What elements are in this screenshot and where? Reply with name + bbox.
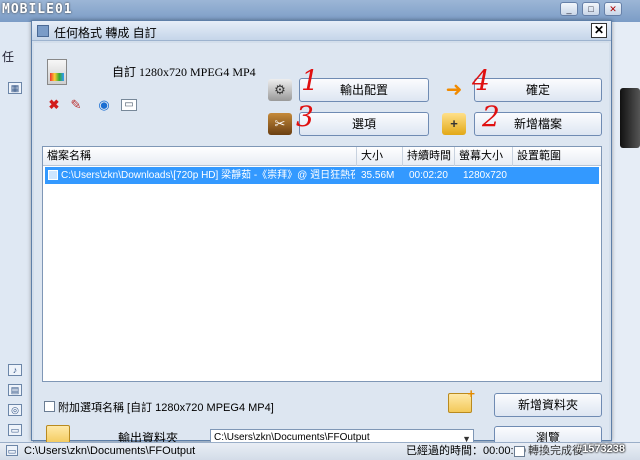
cell-size: 35.56M <box>361 170 395 181</box>
ok-button[interactable]: 確定 <box>474 78 602 102</box>
cell-name: C:\Users\zkn\Downloads\[720p HD] 梁靜茹 -《崇… <box>61 170 355 181</box>
attach-name-checkbox[interactable] <box>44 401 55 412</box>
remove-icon[interactable]: ✖ <box>46 97 62 113</box>
output-config-icon: ⚙ <box>268 79 292 101</box>
shutdown-checkbox[interactable] <box>514 446 525 457</box>
shutdown-label: 轉換完成後 <box>528 445 583 457</box>
disc-icon[interactable]: ◎ <box>8 404 22 416</box>
add-folder-button[interactable]: 新增資料夾 <box>494 393 602 417</box>
maximize-button[interactable]: □ <box>582 2 600 16</box>
cell-screen: 1280x720 <box>463 170 507 181</box>
app-close-button[interactable]: ✕ <box>604 2 622 16</box>
film-icon: ✂ <box>268 113 292 135</box>
add-file-icon: + <box>442 113 466 135</box>
site-logo: MOBILE01 <box>2 2 73 17</box>
dialog-body: 自訂 1280x720 MPEG4 MP4 ✖ ✎ ◉ ▭ ⚙ 輸出配置 1 ➜… <box>34 43 609 450</box>
left-sidebar: 任 ▦ ♪ ▤ ◎ ▭ <box>0 22 34 442</box>
attach-name-label: 附加選項名稱 [自訂 1280x720 MPEG4 MP4] <box>58 402 274 414</box>
dialog-title: 任何格式 轉成 自訂 <box>54 26 157 40</box>
dialog-titlebar: 任何格式 轉成 自訂 ✕ <box>32 21 611 41</box>
watermark: #1573238 <box>576 443 625 455</box>
new-folder-icon <box>448 386 475 413</box>
document-icon[interactable]: ▭ <box>8 424 22 436</box>
annotation-3: 3 <box>296 100 314 133</box>
sidebar-title: 任 <box>2 50 15 64</box>
column-header-duration[interactable]: 持續時間 <box>403 147 455 166</box>
column-header-name[interactable]: 檔案名稱 <box>43 147 357 166</box>
grid-icon[interactable]: ▦ <box>8 82 22 94</box>
status-icon: ▭ <box>6 445 18 456</box>
dialog-close-button[interactable]: ✕ <box>591 23 607 38</box>
cell-duration: 00:02:20 <box>409 170 448 181</box>
minimize-button[interactable]: _ <box>560 2 578 16</box>
column-header-screen[interactable]: 螢幕大小 <box>455 147 513 166</box>
clear-icon[interactable]: ✎ <box>68 97 84 113</box>
convert-dialog: 任何格式 轉成 自訂 ✕ 自訂 1280x720 MPEG4 MP4 ✖ ✎ ◉… <box>31 20 612 450</box>
elapsed-time: 已經過的時間：00:00:00 <box>406 445 526 457</box>
annotation-4: 4 <box>472 64 490 97</box>
table-row[interactable]: C:\Users\zkn\Downloads\[720p HD] 梁靜茹 -《崇… <box>45 167 599 184</box>
image-icon[interactable]: ▤ <box>8 384 22 396</box>
status-path: C:\Users\zkn\Documents\FFOutput <box>24 445 196 457</box>
column-header-range[interactable]: 設置範圍 <box>513 147 601 166</box>
media-info-icon[interactable]: ▭ <box>121 99 137 111</box>
options-button[interactable]: 選項 <box>299 112 429 136</box>
annotation-2: 2 <box>482 100 500 133</box>
arrow-right-icon: ➜ <box>445 79 463 101</box>
right-panel <box>612 22 640 442</box>
status-bar: ▭ C:\Users\zkn\Documents\FFOutput 已經過的時間… <box>0 442 640 460</box>
app-titlebar: MOBILE01 _ □ ✕ <box>0 0 640 22</box>
profile-label: 自訂 1280x720 MPEG4 MP4 <box>112 65 256 79</box>
file-list-table[interactable]: 檔案名稱 大小 持續時間 螢幕大小 設置範圍 C:\Users\zkn\Down… <box>42 146 602 382</box>
play-icon[interactable]: ◉ <box>96 97 112 113</box>
cell-range <box>517 167 597 184</box>
app-icon <box>37 25 49 37</box>
mp4-file-icon <box>47 59 67 85</box>
table-header: 檔案名稱 大小 持續時間 螢幕大小 設置範圍 <box>43 147 601 166</box>
music-icon[interactable]: ♪ <box>8 364 22 376</box>
row-checkbox[interactable] <box>48 170 58 180</box>
column-header-size[interactable]: 大小 <box>357 147 403 166</box>
phone-image <box>620 88 640 148</box>
annotation-1: 1 <box>301 64 319 97</box>
